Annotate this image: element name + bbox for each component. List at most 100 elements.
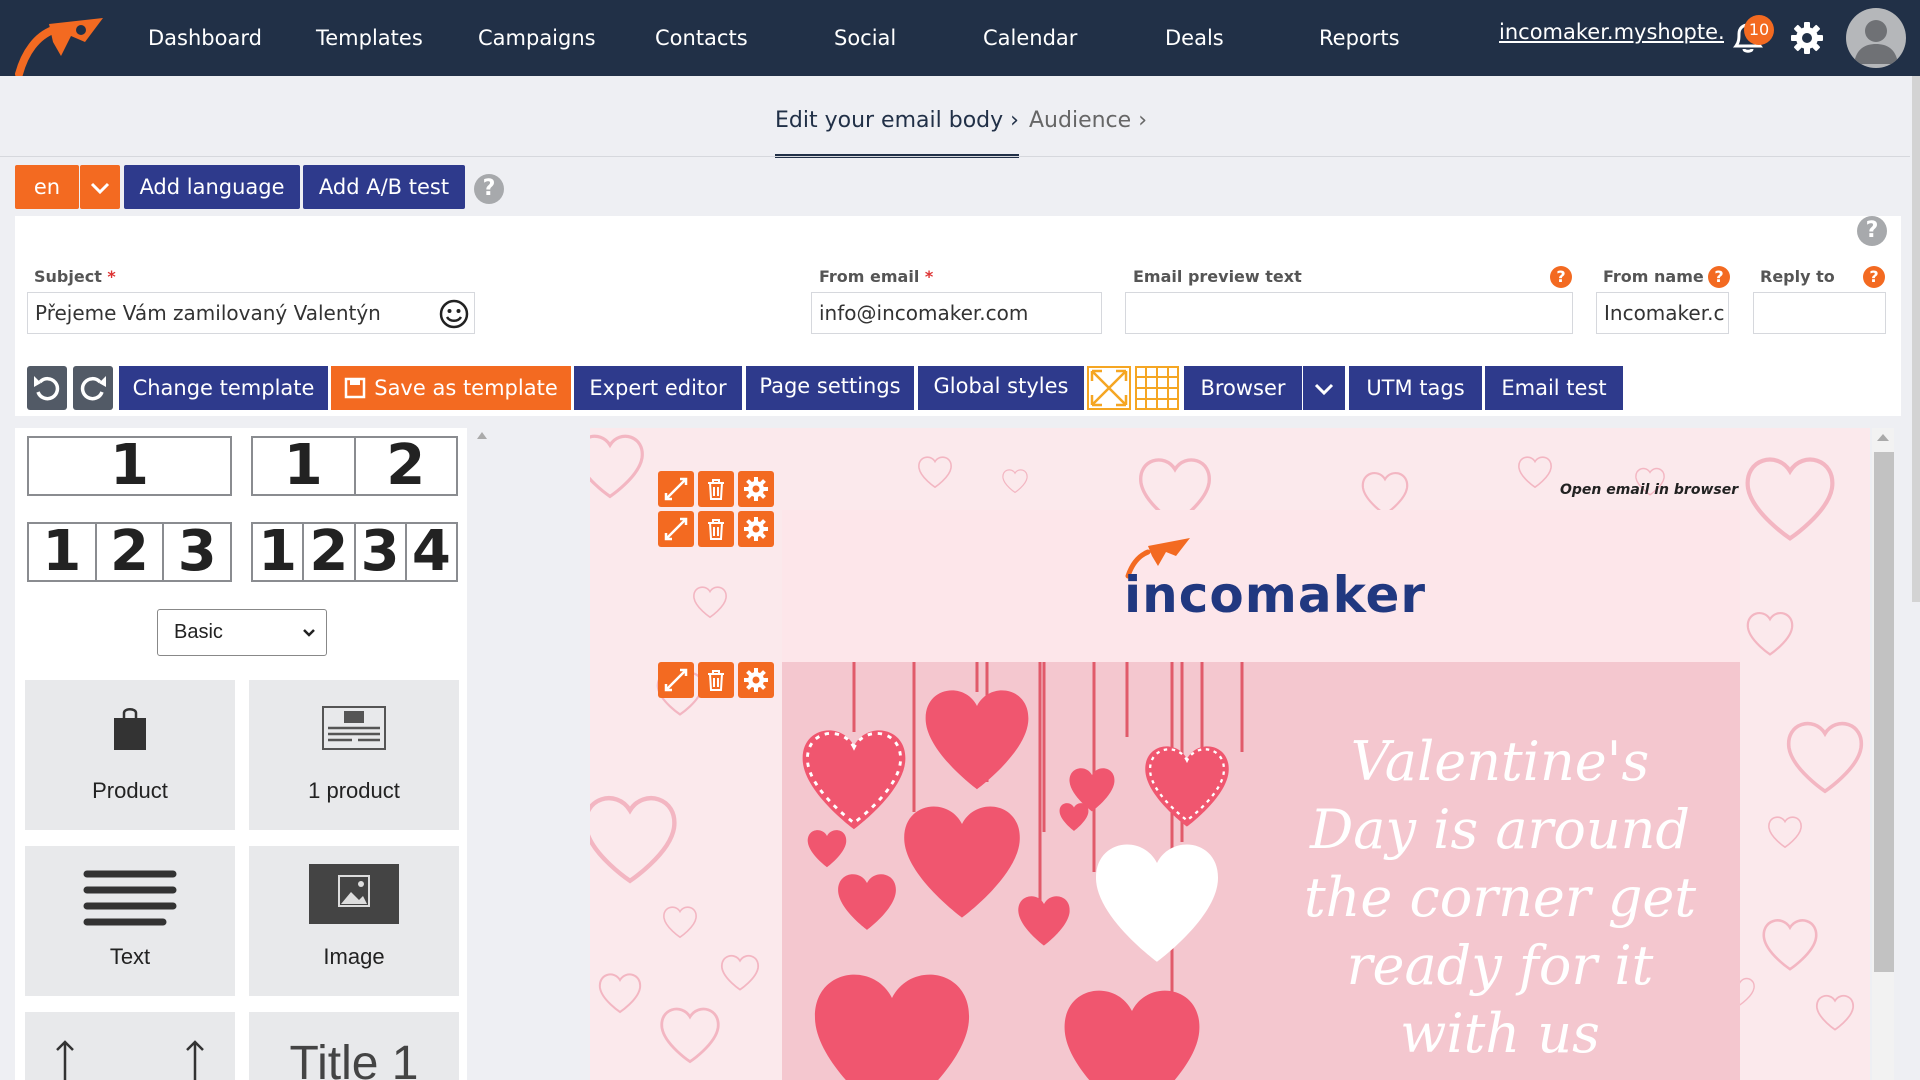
reply-to-label: Reply to [1760, 267, 1835, 286]
block-settings-button[interactable] [738, 471, 774, 507]
scroll-up-icon[interactable] [1876, 432, 1890, 442]
global-styles-button[interactable]: Global styles [918, 366, 1084, 410]
help-icon[interactable]: ? [1857, 216, 1887, 246]
nav-calendar[interactable]: Calendar [983, 0, 1077, 76]
browser-dropdown-toggle[interactable] [1303, 366, 1345, 410]
nav-dashboard[interactable]: Dashboard [148, 0, 262, 76]
language-dropdown-toggle[interactable] [80, 165, 120, 209]
move-block-button[interactable] [658, 471, 694, 507]
page-settings-button[interactable]: Page settings [746, 366, 914, 410]
block-text-label: Text [109, 944, 151, 969]
from-name-input[interactable]: Incomaker.c [1596, 292, 1729, 334]
nav-campaigns[interactable]: Campaigns [478, 0, 596, 76]
nav-deals[interactable]: Deals [1165, 0, 1224, 76]
block-settings-button[interactable] [738, 511, 774, 547]
image-icon [309, 864, 399, 924]
subject-input[interactable]: Přejeme Vám zamilovaný Valentýn [27, 292, 475, 334]
gear-icon [744, 517, 768, 541]
subject-label-text: Subject [34, 267, 102, 286]
help-icon[interactable]: ? [474, 174, 504, 204]
help-icon[interactable]: ? [1863, 266, 1885, 288]
hero-line: ready for it [1346, 934, 1654, 997]
chevron-down-icon [303, 629, 315, 637]
block-image-label: Image [323, 944, 385, 969]
move-block-button[interactable] [658, 662, 694, 698]
email-test-button[interactable]: Email test [1485, 366, 1623, 410]
scroll-up-icon[interactable] [476, 430, 488, 440]
layout-cell: 4 [404, 524, 456, 580]
block-settings-button[interactable] [738, 662, 774, 698]
utm-tags-button[interactable]: UTM tags [1349, 366, 1482, 410]
step-audience[interactable]: Audience › [1029, 104, 1147, 154]
layout-3-columns[interactable]: 123 [27, 522, 232, 582]
move-block-button[interactable] [658, 511, 694, 547]
required-mark: * [107, 267, 116, 286]
block-1-product[interactable]: 1 product [249, 680, 459, 830]
user-icon [1854, 20, 1898, 64]
page-scrollbar[interactable] [1912, 76, 1920, 602]
block-1-product-label: 1 product [308, 778, 400, 803]
gear-icon[interactable] [1789, 20, 1825, 56]
incomaker-logo[interactable] [15, 12, 107, 76]
fullscreen-icon[interactable] [1087, 366, 1131, 410]
change-template-button[interactable]: Change template [119, 366, 328, 410]
delete-block-button[interactable] [698, 511, 734, 547]
from-email-input[interactable]: info@incomaker.com [811, 292, 1102, 334]
email-brand-name: incomaker [1124, 566, 1427, 624]
save-as-template-button[interactable]: Save as template [331, 366, 571, 410]
trash-icon [708, 519, 724, 540]
layout-1-column[interactable]: 1 [27, 436, 232, 496]
avatar[interactable] [1846, 8, 1906, 68]
block-image[interactable]: Image [249, 846, 459, 996]
layout-cell: 3 [162, 524, 230, 580]
nav-social[interactable]: Social [834, 0, 896, 76]
block-product-label: Product [92, 778, 168, 803]
block-product[interactable]: Product [25, 680, 235, 830]
step-edit-body[interactable]: Edit your email body › [775, 104, 1019, 158]
nav-reports[interactable]: Reports [1319, 0, 1400, 76]
help-icon[interactable]: ? [1708, 266, 1730, 288]
preview-text-input[interactable] [1125, 292, 1573, 334]
move-icon [664, 517, 688, 541]
grid-icon[interactable] [1135, 366, 1179, 410]
step-edit-body-label: Edit your email body [775, 108, 1004, 133]
trash-icon [708, 670, 724, 691]
canvas-scrollbar-thumb[interactable] [1874, 452, 1894, 972]
hero-line: Valentine's [1350, 730, 1650, 793]
shopping-bag-icon [114, 708, 146, 750]
undo-button[interactable] [27, 366, 67, 410]
add-ab-test-button[interactable]: Add A/B test [303, 165, 465, 209]
layout-cell: 1 [258, 519, 298, 584]
text-lines-icon [83, 870, 177, 926]
block-category-select[interactable]: Basic [157, 609, 327, 656]
move-icon [664, 668, 688, 692]
open-in-browser-link[interactable]: Open email in browser [1560, 482, 1738, 498]
help-icon[interactable]: ? [1550, 266, 1572, 288]
block-text[interactable]: Text [25, 846, 235, 996]
move-icon [664, 477, 688, 501]
layout-2-columns[interactable]: 12 [251, 436, 458, 496]
nav-contacts[interactable]: Contacts [655, 0, 748, 76]
required-mark: * [924, 267, 934, 286]
add-language-button[interactable]: Add language [124, 165, 300, 209]
language-select[interactable]: en [15, 165, 79, 209]
block-spacer[interactable] [25, 1012, 235, 1080]
delete-block-button[interactable] [698, 471, 734, 507]
block-title[interactable]: Title 1 [249, 1012, 459, 1080]
save-as-template-label: Save as template [374, 376, 558, 400]
expert-editor-button[interactable]: Expert editor [574, 366, 742, 410]
emoji-icon[interactable] [439, 299, 469, 329]
browser-button[interactable]: Browser [1184, 366, 1302, 410]
reply-to-input[interactable] [1753, 292, 1886, 334]
redo-button[interactable] [73, 366, 113, 410]
shop-link[interactable]: incomaker.myshopte... [1499, 20, 1724, 44]
nav-templates[interactable]: Templates [316, 0, 423, 76]
chevron-down-icon [90, 182, 110, 195]
layout-4-columns[interactable]: 1234 [251, 522, 458, 582]
divider [0, 156, 1910, 157]
chevron-right-icon: › [1010, 108, 1019, 133]
undo-icon [34, 376, 60, 401]
vertical-resize-icon [56, 1040, 204, 1080]
delete-block-button[interactable] [698, 662, 734, 698]
from-name-label: From name [1603, 267, 1704, 286]
